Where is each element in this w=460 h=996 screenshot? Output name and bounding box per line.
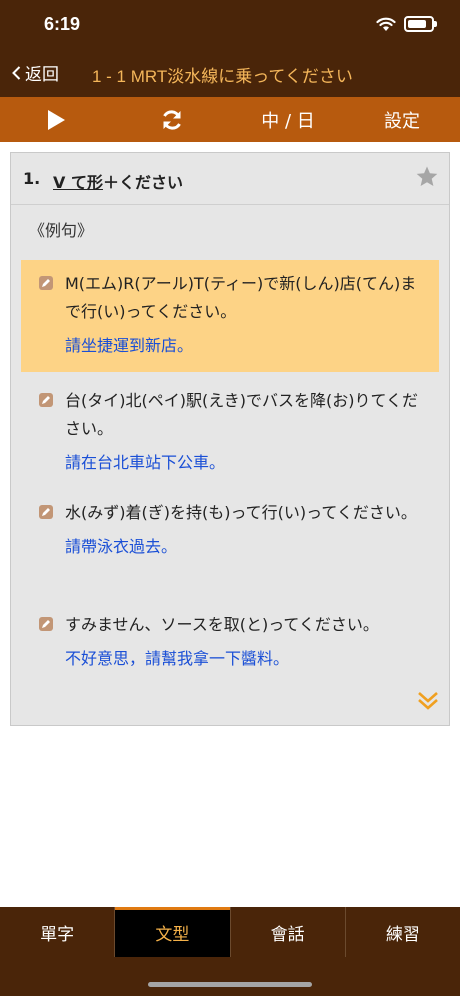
card-header: 1. V て形＋ください: [11, 153, 449, 205]
double-chevron-down-icon: [418, 692, 438, 710]
example-japanese: 水(みず)着(ぎ)を持(も)って行(い)ってください。: [65, 503, 417, 522]
example-japanese: 台(タイ)北(ペイ)駅(えき)でバスを降(お)りてください。: [65, 391, 418, 438]
example-chinese: 不好意思，請幫我拿一下醬料。: [65, 649, 290, 668]
example-japanese: すみません、ソースを取(と)ってください。: [65, 615, 379, 634]
back-button[interactable]: 返回: [12, 60, 59, 85]
page-title: 1 - 1 MRT淡水線に乗ってください: [92, 67, 353, 86]
example-item[interactable]: M(エム)R(アール)T(ティー)で新(しん)店(てん)まで行(い)ってください…: [21, 260, 439, 372]
tab-vocabulary[interactable]: 單字: [0, 907, 116, 957]
example-item[interactable]: すみません、ソースを取(と)ってください。 不好意思，請幫我拿一下醬料。: [21, 601, 439, 683]
example-chinese: 請帶泳衣過去。: [65, 537, 178, 556]
play-icon: [48, 109, 65, 130]
play-button[interactable]: [36, 97, 76, 142]
grammar-title: V て形＋ください: [53, 169, 183, 193]
example-item[interactable]: 台(タイ)北(ペイ)駅(えき)でバスを降(お)りてください。 請在台北車站下公車…: [21, 377, 439, 487]
grammar-title-rest: ＋ください: [102, 173, 183, 192]
status-icons: [376, 16, 437, 32]
chevron-left-icon: [12, 65, 21, 80]
battery-icon: [404, 16, 437, 32]
favorite-button[interactable]: [415, 165, 439, 193]
pencil-icon: [39, 505, 53, 519]
back-label: 返回: [25, 65, 59, 85]
grammar-number: 1.: [23, 169, 41, 188]
status-time: 6:19: [44, 14, 81, 34]
example-chinese: 請坐捷運到新店。: [65, 336, 194, 355]
star-icon: [416, 166, 438, 186]
tab-conversation[interactable]: 會話: [231, 907, 346, 957]
section-label: 《例句》: [29, 221, 94, 240]
tab-grammar[interactable]: 文型: [115, 907, 231, 957]
expand-button[interactable]: [417, 691, 439, 715]
settings-button[interactable]: 設定: [372, 97, 432, 142]
grammar-title-underlined: V て形: [53, 173, 103, 192]
home-indicator[interactable]: [148, 982, 312, 987]
top-bar: 6:19 返回 1 - 1 MRT淡水線に乗ってください: [0, 0, 460, 97]
refresh-button[interactable]: [152, 97, 192, 142]
toolbar: 中 / 日 設定: [0, 97, 460, 142]
refresh-icon: [163, 109, 181, 130]
grammar-card: 1. V て形＋ください 《例句》 M(エム)R(アール)T(ティー)で新(しん…: [10, 152, 450, 726]
example-item[interactable]: 水(みず)着(ぎ)を持(も)って行(い)ってください。 請帶泳衣過去。: [21, 489, 439, 571]
tab-practice[interactable]: 練習: [346, 907, 460, 957]
example-japanese: M(エム)R(アール)T(ティー)で新(しん)店(てん)まで行(い)ってください…: [65, 274, 417, 321]
pencil-icon: [39, 617, 53, 631]
wifi-icon: [376, 17, 396, 31]
example-chinese: 請在台北車站下公車。: [65, 453, 226, 472]
language-toggle-button[interactable]: 中 / 日: [248, 97, 328, 142]
pencil-icon: [39, 276, 53, 290]
tab-bar: 單字 文型 會話 練習: [0, 907, 460, 996]
pencil-icon: [39, 393, 53, 407]
